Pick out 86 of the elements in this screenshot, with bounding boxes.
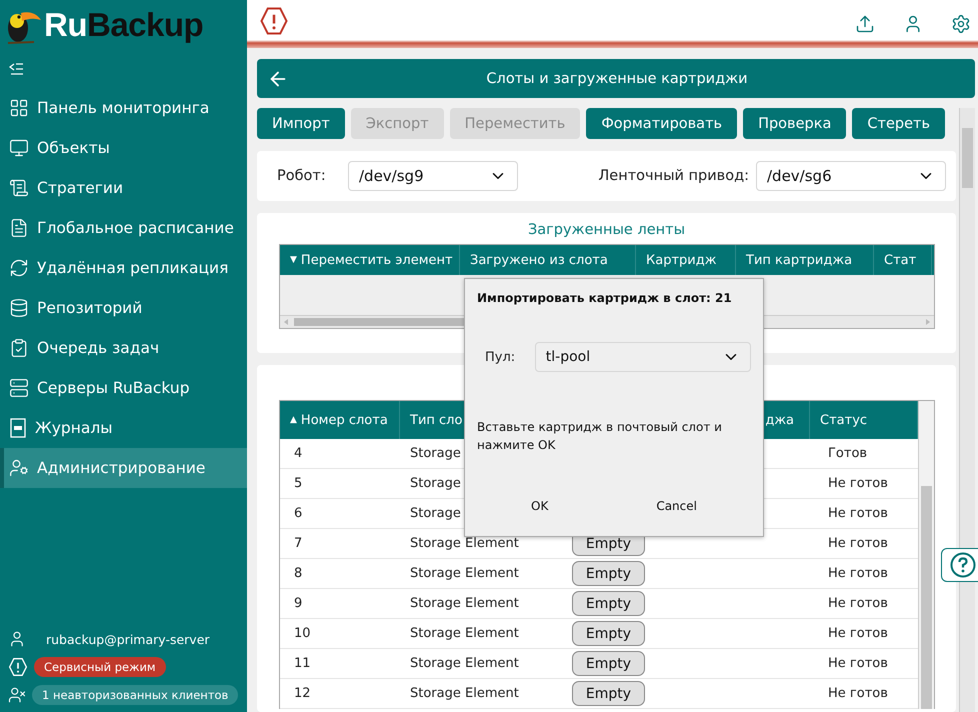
- table-cell: Не готов: [828, 536, 888, 551]
- sidebar-item[interactable]: Глобальное расписание: [0, 208, 247, 248]
- pool-label: Пул:: [484, 350, 516, 364]
- service-mode-badge[interactable]: Сервисный режим: [34, 657, 166, 677]
- dialog-title: Импортировать картридж в слот: 21: [477, 291, 733, 305]
- sidebar-item[interactable]: Удалённая репликация: [0, 248, 247, 288]
- collapse-menu-icon[interactable]: [9, 62, 25, 76]
- table-cell: Не готов: [828, 686, 888, 701]
- log-file-icon: [9, 418, 27, 438]
- sidebar-item[interactable]: Серверы RuBackup: [0, 368, 247, 408]
- dialog-message: Вставьте картридж в почтовый слот и нажмите OK: [477, 419, 723, 454]
- user-name: rubackup@primary-server: [45, 632, 210, 646]
- document-icon: [9, 178, 29, 198]
- cartridge-button[interactable]: Empty: [572, 561, 645, 586]
- server-icon: [9, 378, 29, 398]
- clients-badge[interactable]: 1 неавторизованных клиентов: [32, 685, 238, 705]
- refresh-icon: [9, 258, 29, 278]
- settings-icon[interactable]: [951, 14, 971, 34]
- toolbar-button[interactable]: Стереть: [852, 108, 945, 139]
- logo-text: Ru: [44, 6, 87, 44]
- cartridge-button[interactable]: Empty: [572, 621, 645, 646]
- document-icon: [9, 218, 29, 238]
- table-cell: Не готов: [828, 596, 888, 611]
- user-x-icon: [8, 686, 26, 704]
- table-cell: Не готов: [828, 656, 888, 671]
- drive-select[interactable]: /dev/sg6: [756, 161, 946, 191]
- scrollbar[interactable]: [918, 401, 934, 709]
- sidebar-item[interactable]: Объекты: [0, 128, 247, 168]
- table-cell: Storage: [410, 506, 461, 521]
- monitor-icon: [9, 138, 29, 158]
- user-icon: [8, 630, 26, 648]
- drive-label: Ленточный привод:: [598, 168, 749, 184]
- sidebar-item[interactable]: Журналы: [0, 408, 247, 448]
- table-cell: Storage Element: [410, 536, 519, 551]
- table-cell: Не готов: [828, 626, 888, 641]
- sidebar-item[interactable]: Панель мониторинга: [0, 88, 247, 128]
- table-cell: 10: [294, 626, 311, 641]
- table-cell: Storage Element: [410, 656, 519, 671]
- cartridge-button[interactable]: Empty: [572, 681, 645, 706]
- help-icon: [950, 552, 976, 578]
- scrollbar-thumb[interactable]: [294, 318, 464, 326]
- robot-select[interactable]: /dev/sg9: [348, 161, 518, 191]
- sidebar-item[interactable]: Очередь задач: [0, 328, 247, 368]
- table-cell: 6: [294, 506, 302, 521]
- table-cell: Storage Element: [410, 626, 519, 641]
- help-button[interactable]: [941, 548, 978, 582]
- warning-icon: [259, 6, 289, 36]
- toolbar-button[interactable]: Проверка: [743, 108, 846, 139]
- table-cell: Готов: [828, 446, 868, 461]
- checklist-icon: [9, 338, 29, 358]
- logo-text: Backup: [87, 6, 204, 44]
- dialog-button[interactable]: OK: [521, 495, 558, 517]
- table-cell: 4: [294, 446, 302, 461]
- table-cell: 5: [294, 476, 302, 491]
- table-cell: 12: [294, 686, 311, 701]
- cartridge-button[interactable]: Empty: [572, 591, 645, 616]
- table-cell: Storage: [410, 446, 461, 461]
- table-cell: 8: [294, 566, 302, 581]
- grid-icon: [9, 98, 29, 118]
- sidebar-item[interactable]: Администрирование: [0, 448, 247, 488]
- table-cell: 11: [294, 656, 311, 671]
- page-title: Слоты и загруженные картриджи: [485, 70, 749, 86]
- table-cell: Storage Element: [410, 686, 519, 701]
- column-header[interactable]: ▲ Номер слота: [280, 401, 400, 439]
- user-gear-icon: [9, 458, 29, 478]
- upload-icon[interactable]: [855, 14, 875, 34]
- robot-label: Робот:: [277, 168, 327, 184]
- toolbar-button[interactable]: Импорт: [257, 108, 345, 139]
- table-cell: Не готов: [828, 566, 888, 581]
- scrollbar[interactable]: [959, 108, 975, 712]
- dialog-button[interactable]: Cancel: [646, 495, 707, 517]
- table-cell: Не готов: [828, 476, 888, 491]
- table-cell: 7: [294, 536, 302, 551]
- toolbar-button[interactable]: Форматировать: [586, 108, 738, 139]
- table-cell: Storage Element: [410, 596, 519, 611]
- panel-title: Загруженные ленты: [526, 221, 686, 240]
- table-cell: Storage: [410, 476, 461, 491]
- cartridge-button[interactable]: Empty: [572, 651, 645, 676]
- warning-icon: [8, 657, 28, 677]
- table-cell: 9: [294, 596, 302, 611]
- table-cell: Не готов: [828, 506, 888, 521]
- sidebar-item[interactable]: Репозиторий: [0, 288, 247, 328]
- pool-select[interactable]: tl-pool: [534, 342, 751, 372]
- table-cell: Storage Element: [410, 566, 519, 581]
- sidebar-item[interactable]: Стратегии: [0, 168, 247, 208]
- database-icon: [9, 298, 29, 318]
